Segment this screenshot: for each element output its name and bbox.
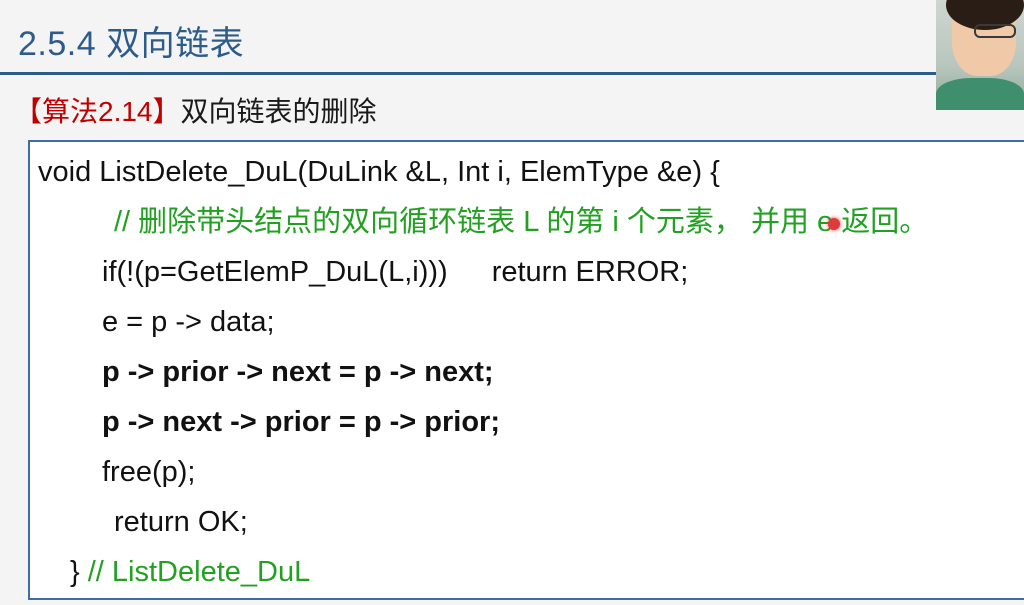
code-line-assign-data: e = p -> data;: [102, 306, 275, 338]
code-closing-comment: // ListDelete_DuL: [87, 556, 311, 588]
code-line-return-ok: return OK;: [114, 506, 248, 538]
algorithm-title: 双向链表的删除: [180, 96, 377, 127]
code-if-condition: if(!(p=GetElemP_DuL(L,i))): [102, 256, 448, 288]
presenter-glasses-icon: [974, 24, 1016, 38]
code-return-error: return ERROR;: [491, 256, 689, 288]
code-closing-brace: }: [70, 556, 80, 588]
slide: 2.5.4 双向链表 【算法2.14】双向链表的删除 void ListDele…: [0, 0, 1024, 605]
title-divider: [0, 72, 1024, 75]
code-line-next-prior: p -> next -> prior = p -> prior;: [102, 406, 500, 438]
code-line-free: free(p);: [102, 456, 196, 488]
section-title: 2.5.4 双向链表: [18, 25, 245, 63]
code-line-closing: } // ListDelete_DuL: [70, 554, 310, 590]
presenter-shirt: [936, 78, 1024, 110]
code-line-if: if(!(p=GetElemP_DuL(L,i))) return ERROR;: [102, 254, 688, 290]
presenter-webcam: [936, 0, 1024, 110]
code-block: void ListDelete_DuL(DuLink &L, Int i, El…: [28, 140, 1024, 600]
algorithm-tag: 【算法2.14】: [14, 96, 181, 127]
code-line-prior-next: p -> prior -> next = p -> next;: [102, 356, 494, 388]
code-line-comment: // 删除带头结点的双向循环链表 L 的第 i 个元素， 并用 e 返回。: [114, 206, 929, 238]
algorithm-heading: 【算法2.14】双向链表的删除: [14, 90, 377, 130]
laser-pointer-icon: [828, 218, 840, 230]
code-line-signature: void ListDelete_DuL(DuLink &L, Int i, El…: [38, 156, 720, 188]
